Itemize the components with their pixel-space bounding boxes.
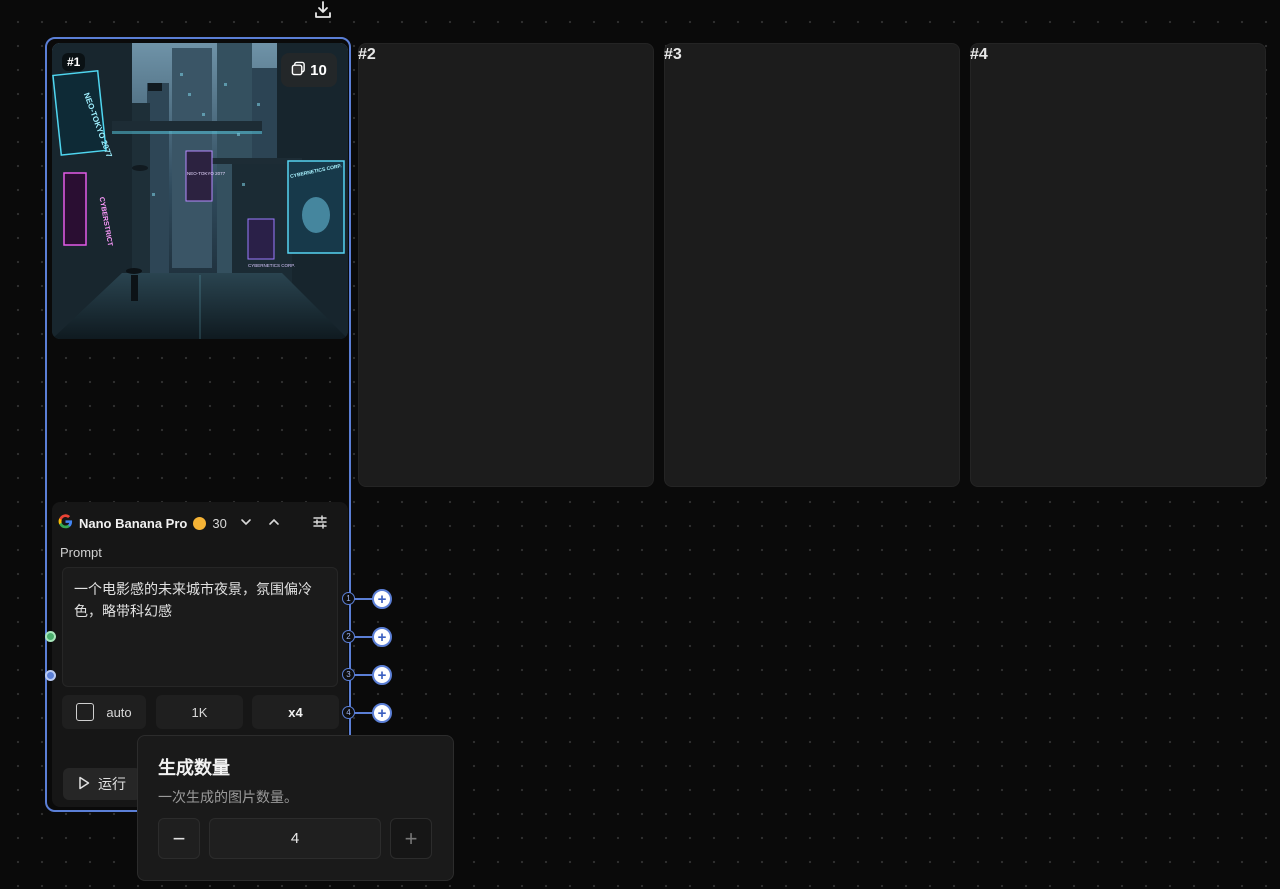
count-selector[interactable]: x4	[252, 695, 339, 729]
add-output-button-4[interactable]: +	[372, 703, 392, 723]
output-wire-4	[352, 712, 374, 714]
model-name: Nano Banana Pro	[79, 515, 188, 531]
image-index-badge: #1	[62, 53, 86, 71]
auto-label: auto	[106, 704, 132, 720]
popover-title: 生成数量	[158, 758, 230, 778]
neon-sign-center: NEO-TOKYO 2077	[187, 171, 226, 176]
slot-label-3: #3	[664, 46, 682, 63]
sliders-icon[interactable]	[312, 514, 328, 535]
image-count-value: 10	[310, 61, 327, 79]
image-stack-icon	[291, 61, 306, 80]
slot-label-2: #2	[358, 46, 376, 63]
plus-icon: +	[377, 590, 387, 608]
credit-cost: 30	[212, 515, 227, 531]
image-slot-2[interactable]	[358, 43, 654, 487]
play-icon	[78, 776, 90, 793]
minus-icon: −	[172, 825, 186, 851]
input-port-image[interactable]	[45, 670, 56, 681]
chevron-down-icon[interactable]	[239, 515, 253, 532]
add-output-button-2[interactable]: +	[372, 627, 392, 647]
image-slot-3[interactable]	[664, 43, 960, 487]
image-slot-4[interactable]	[970, 43, 1266, 487]
run-button[interactable]: 运行	[63, 768, 141, 800]
run-label: 运行	[98, 776, 126, 792]
generated-image-1[interactable]: NEO-TOKYO 2077 CYBERSTRICT NEO-TOKYO 207…	[52, 43, 348, 339]
auto-checkbox[interactable]	[76, 703, 95, 721]
plus-icon: +	[404, 825, 418, 851]
prompt-textarea[interactable]: 一个电影感的未来城市夜景，氛围偏冷色，略带科幻感	[62, 567, 338, 687]
output-port-4[interactable]: 4	[342, 706, 355, 719]
neon-sign-right-bottom: CYBERNETICS CORP.	[248, 263, 295, 268]
output-wire-1	[352, 598, 374, 600]
image-count-badge[interactable]: 10	[281, 53, 337, 87]
input-port-text[interactable]	[45, 631, 56, 642]
prompt-label: Prompt	[60, 545, 102, 560]
output-wire-3	[352, 674, 374, 676]
output-port-3[interactable]: 3	[342, 668, 355, 681]
add-output-button-3[interactable]: +	[372, 665, 392, 685]
output-port-1[interactable]: 1	[342, 592, 355, 605]
plus-icon: +	[377, 628, 387, 646]
decrement-button[interactable]: −	[158, 818, 200, 859]
auto-aspect-toggle[interactable]: auto	[62, 695, 146, 729]
output-wire-2	[352, 636, 374, 638]
download-icon[interactable]	[313, 0, 333, 20]
plus-icon: +	[377, 666, 387, 684]
add-output-button-1[interactable]: +	[372, 589, 392, 609]
model-selector[interactable]: Nano Banana Pro 30	[58, 512, 281, 534]
increment-button[interactable]: +	[390, 818, 432, 859]
slot-label-4: #4	[970, 46, 988, 63]
resolution-selector[interactable]: 1K	[156, 695, 243, 729]
plus-icon: +	[377, 704, 387, 722]
count-input[interactable]: 4	[209, 818, 381, 859]
chevron-up-icon[interactable]	[267, 515, 281, 532]
popover-description: 一次生成的图片数量。	[158, 789, 298, 805]
output-port-2[interactable]: 2	[342, 630, 355, 643]
google-logo-icon	[58, 514, 73, 532]
coin-icon	[193, 516, 207, 530]
